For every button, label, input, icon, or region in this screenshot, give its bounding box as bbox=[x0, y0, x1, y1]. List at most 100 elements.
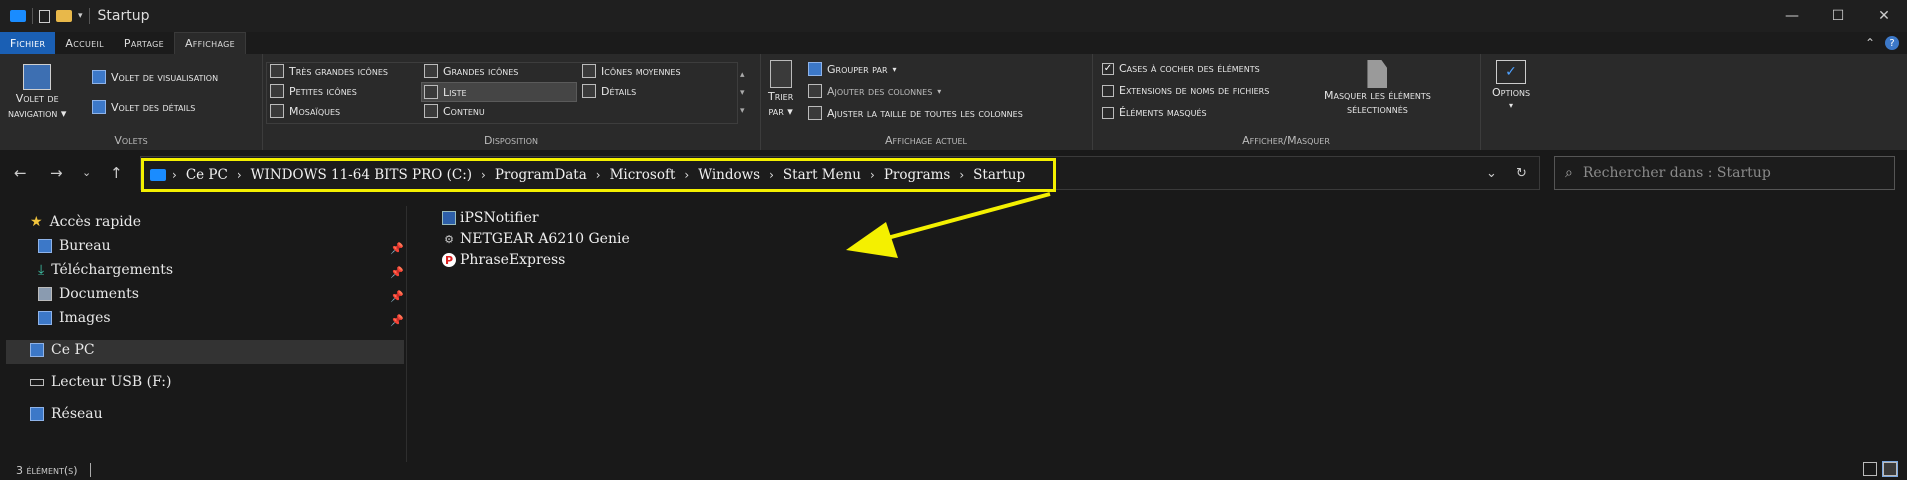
tab-partage[interactable]: Partage bbox=[114, 32, 174, 54]
sidebar-item-ce-pc[interactable]: Ce PC bbox=[30, 342, 95, 358]
crumb-programdata[interactable]: ProgramData bbox=[495, 167, 587, 183]
content-icon bbox=[424, 104, 438, 118]
crumb-startup[interactable]: Startup bbox=[973, 167, 1025, 183]
details-icon bbox=[582, 84, 596, 98]
arrow-head bbox=[846, 222, 898, 258]
sort-label-2: par ▾ bbox=[768, 105, 793, 118]
sidebar-item-telechargements[interactable]: ⤓ Téléchargements bbox=[38, 262, 173, 278]
layout-large-icons[interactable]: Grandes icônes bbox=[424, 64, 518, 78]
forward-arrow-icon[interactable]: → bbox=[50, 164, 63, 182]
layout-list[interactable]: Liste bbox=[421, 82, 577, 102]
sidebar-item-bureau[interactable]: Bureau bbox=[38, 238, 111, 254]
hidden-items-toggle[interactable]: Éléments masqués bbox=[1102, 106, 1207, 119]
minimize-button[interactable]: — bbox=[1769, 0, 1815, 32]
search-input[interactable]: ⌕ Rechercher dans : Startup bbox=[1554, 156, 1895, 190]
tiles-icon bbox=[270, 104, 284, 118]
fit-columns-button[interactable]: Ajuster la taille de toutes les colonnes bbox=[808, 106, 1023, 120]
properties-icon[interactable] bbox=[39, 9, 50, 23]
layout-medium-icons[interactable]: Icônes moyennes bbox=[582, 64, 681, 78]
sidebar-item-documents[interactable]: Documents bbox=[38, 286, 139, 302]
refresh-icon[interactable]: ↻ bbox=[1516, 166, 1527, 181]
preview-pane-button[interactable]: Volet de visualisation bbox=[92, 70, 218, 84]
view-switcher bbox=[1863, 461, 1898, 477]
pin-icon[interactable]: 📌 bbox=[390, 266, 404, 279]
crumb-programs[interactable]: Programs bbox=[884, 167, 951, 183]
sidebar-item-label: Ce PC bbox=[51, 342, 95, 358]
sort-label-1: Trier bbox=[768, 90, 794, 103]
list-item[interactable]: iPSNotifier bbox=[442, 210, 539, 226]
folder-app-icon[interactable] bbox=[10, 10, 26, 22]
layout-label: Petites icônes bbox=[289, 84, 357, 98]
gallery-scroll[interactable]: ▴ ▾ ▾ bbox=[740, 66, 745, 120]
layout-small-icons[interactable]: Petites icônes bbox=[270, 84, 357, 98]
crumb-drive-c[interactable]: WINDOWS 11-64 BITS PRO (C:) bbox=[251, 167, 472, 183]
list-item[interactable]: ⚙ NETGEAR A6210 Genie bbox=[442, 231, 630, 247]
group-by-icon bbox=[808, 62, 822, 76]
hide-selected-button[interactable]: Masquer les éléments sélectionnés bbox=[1324, 60, 1431, 116]
crumb-start-menu[interactable]: Start Menu bbox=[783, 167, 861, 183]
tab-accueil[interactable]: Accueil bbox=[55, 32, 114, 54]
recent-locations-chevron-icon[interactable]: ⌄ bbox=[82, 166, 91, 179]
sidebar-item-quick-access[interactable]: ★ Accès rapide bbox=[30, 214, 141, 230]
large-icons-icon bbox=[424, 64, 438, 78]
layout-tiles[interactable]: Mosaïques bbox=[270, 104, 340, 118]
add-columns-button[interactable]: Ajouter des colonnes ▾ bbox=[808, 84, 941, 98]
options-button[interactable]: ✓ Options ▾ bbox=[1492, 60, 1530, 110]
sidebar-item-label: Réseau bbox=[51, 406, 103, 422]
list-item[interactable]: P PhraseExpress bbox=[442, 252, 565, 268]
crumb-microsoft[interactable]: Microsoft bbox=[610, 167, 676, 183]
group-label: Disposition bbox=[484, 134, 538, 147]
chevron-right-icon[interactable]: › bbox=[959, 168, 964, 182]
sidebar-item-usb-drive[interactable]: Lecteur USB (F:) bbox=[30, 374, 171, 390]
back-arrow-icon[interactable]: ← bbox=[14, 164, 27, 182]
maximize-button[interactable]: ☐ bbox=[1815, 0, 1861, 32]
layout-label: Contenu bbox=[443, 104, 485, 118]
list-icon bbox=[424, 85, 438, 99]
chevron-right-icon[interactable]: › bbox=[684, 168, 689, 182]
chevron-right-icon[interactable]: › bbox=[870, 168, 875, 182]
chevron-right-icon[interactable]: › bbox=[237, 168, 242, 182]
layout-label: Icônes moyennes bbox=[601, 64, 681, 78]
pin-icon[interactable]: 📌 bbox=[390, 314, 404, 327]
layout-details[interactable]: Détails bbox=[582, 84, 636, 98]
crumb-ce-pc[interactable]: Ce PC bbox=[186, 167, 228, 183]
sidebar-item-label: Accès rapide bbox=[49, 214, 141, 230]
address-history-chevron-icon[interactable]: ⌄ bbox=[1486, 166, 1497, 181]
close-button[interactable]: ✕ bbox=[1861, 0, 1907, 32]
medium-icons-icon bbox=[582, 64, 596, 78]
file-extensions-toggle[interactable]: Extensions de noms de fichiers bbox=[1102, 84, 1269, 97]
chevron-right-icon[interactable]: › bbox=[172, 168, 177, 182]
checkbox-label: Extensions de noms de fichiers bbox=[1119, 84, 1270, 97]
group-by-button[interactable]: Grouper par ▾ bbox=[808, 62, 897, 76]
collapse-ribbon-icon[interactable]: ⌃ bbox=[1865, 36, 1875, 50]
navigation-pane-button[interactable]: Volet de navigation ▾ bbox=[8, 64, 66, 120]
large-icons-view-icon[interactable] bbox=[1882, 461, 1898, 477]
pin-icon[interactable]: 📌 bbox=[390, 242, 404, 255]
breadcrumb[interactable]: › Ce PC › WINDOWS 11-64 BITS PRO (C:) › … bbox=[141, 158, 1056, 192]
crumb-windows[interactable]: Windows bbox=[698, 167, 760, 183]
layout-content[interactable]: Contenu bbox=[424, 104, 485, 118]
help-icon[interactable]: ? bbox=[1885, 36, 1899, 50]
chevron-right-icon[interactable]: › bbox=[769, 168, 774, 182]
up-arrow-icon[interactable]: ↑ bbox=[110, 164, 123, 182]
navigation-pane-label-2: navigation ▾ bbox=[8, 107, 67, 120]
details-view-icon[interactable] bbox=[1863, 462, 1877, 476]
star-icon: ★ bbox=[30, 214, 43, 230]
details-pane-button[interactable]: Volet des détails bbox=[92, 100, 195, 114]
details-pane-icon bbox=[92, 100, 106, 114]
customize-toolbar-icon[interactable]: ▾ bbox=[78, 11, 83, 21]
add-columns-icon bbox=[808, 84, 822, 98]
pin-icon[interactable]: 📌 bbox=[390, 290, 404, 303]
item-checkboxes-toggle[interactable]: ✓ Cases à cocher des éléments bbox=[1102, 62, 1260, 75]
sidebar-item-network[interactable]: Réseau bbox=[30, 406, 103, 422]
sort-by-button[interactable]: Trier par ▾ bbox=[768, 60, 793, 118]
sidebar-item-images[interactable]: Images bbox=[38, 310, 111, 326]
tab-fichier[interactable]: Fichier bbox=[0, 32, 56, 54]
chevron-right-icon[interactable]: › bbox=[481, 168, 486, 182]
layout-label: Grandes icônes bbox=[443, 64, 519, 78]
chevron-right-icon[interactable]: › bbox=[596, 168, 601, 182]
status-separator bbox=[89, 463, 91, 477]
new-folder-icon[interactable] bbox=[56, 10, 72, 22]
layout-extra-large-icons[interactable]: Très grandes icônes bbox=[270, 64, 388, 78]
tab-affichage[interactable]: Affichage bbox=[173, 32, 246, 54]
